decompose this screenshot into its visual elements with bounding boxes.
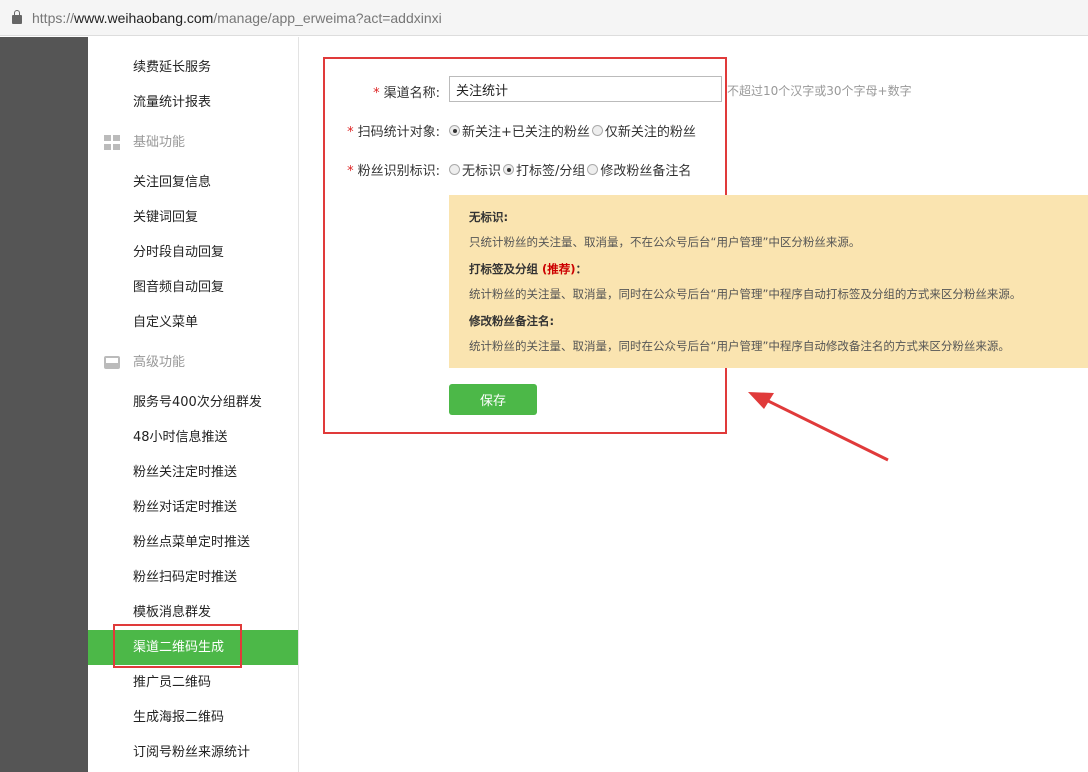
channel-name-input[interactable] bbox=[449, 76, 722, 102]
channel-name-hint: 不超过10个汉字或30个字母+数字 bbox=[727, 84, 912, 98]
label-text: 渠道名称: bbox=[383, 86, 440, 101]
sidebar-item-label: 续费延长服务 bbox=[133, 60, 212, 75]
inbox-icon bbox=[104, 356, 120, 369]
sidebar-item[interactable]: 生成海报二维码 bbox=[88, 700, 298, 735]
radio-new-only[interactable]: 仅新关注的粉丝 bbox=[591, 121, 696, 140]
marker-explanation-panel: 无标识: 只统计粉丝的关注量、取消量，不在公众号后台“用户管理”中区分粉丝来源。… bbox=[449, 195, 1088, 368]
radio-checked-icon[interactable] bbox=[503, 164, 515, 175]
channel-name-label: * 渠道名称: bbox=[310, 82, 440, 101]
sidebar-item[interactable]: 48小时信息推送 bbox=[88, 420, 298, 455]
sidebar-item-label: 高级功能 bbox=[133, 355, 186, 370]
sidebar-item-label: 订阅号粉丝来源统计 bbox=[133, 745, 251, 760]
sidebar-item[interactable]: 流量统计报表 bbox=[88, 85, 298, 120]
radio-unchecked-icon[interactable] bbox=[587, 164, 599, 175]
sidebar-item[interactable]: 粉丝扫码定时推送 bbox=[88, 560, 298, 595]
radio-checked-icon[interactable] bbox=[449, 125, 460, 136]
annotation-arrow-icon bbox=[748, 392, 889, 462]
sidebar-item-label: 生成海报二维码 bbox=[133, 710, 225, 725]
sidebar-item-label: 粉丝点菜单定时推送 bbox=[133, 535, 251, 550]
notice-desc: 统计粉丝的关注量、取消量，同时在公众号后台“用户管理”中程序自动打标签及分组的方… bbox=[469, 287, 1022, 301]
fan-marker-label: * 粉丝识别标识: bbox=[310, 160, 440, 179]
label-text: 粉丝识别标识: bbox=[357, 164, 440, 179]
recommended-badge: (推荐) bbox=[542, 262, 576, 276]
radio-label: 新关注+已关注的粉丝 bbox=[462, 125, 590, 140]
notice-desc: 只统计粉丝的关注量、取消量，不在公众号后台“用户管理”中区分粉丝来源。 bbox=[469, 235, 861, 249]
save-button[interactable]: 保存 bbox=[449, 384, 537, 415]
sidebar-item[interactable]: 关注回复信息 bbox=[88, 165, 298, 200]
left-dark-rail bbox=[0, 37, 88, 772]
sidebar-item-label: 48小时信息推送 bbox=[133, 430, 228, 445]
sidebar-item[interactable]: 粉丝关注定时推送 bbox=[88, 455, 298, 490]
sidebar-item-label: 自定义菜单 bbox=[133, 315, 199, 330]
url-host: www.weihaobang.com bbox=[74, 9, 214, 26]
radio-edit-remark[interactable]: 修改粉丝备注名 bbox=[587, 160, 691, 179]
sidebar-item[interactable]: 自定义菜单 bbox=[88, 305, 298, 340]
sidebar-item-label: 基础功能 bbox=[133, 135, 186, 150]
annotation-highlight-menu bbox=[113, 624, 242, 668]
sidebar-item-label: 粉丝扫码定时推送 bbox=[133, 570, 238, 585]
sidebar-item[interactable]: 推广员二维码 bbox=[88, 665, 298, 700]
radio-label: 修改粉丝备注名 bbox=[600, 164, 692, 179]
sidebar-item-label: 服务号400次分组群发 bbox=[133, 395, 262, 410]
required-mark: * bbox=[347, 164, 354, 179]
sidebar-item[interactable]: 服务号400次分组群发 bbox=[88, 385, 298, 420]
sidebar-item[interactable]: 订阅号粉丝来源统计 bbox=[88, 735, 298, 770]
radio-label: 打标签/分组 bbox=[516, 164, 586, 179]
notice-title-suffix: ： bbox=[575, 262, 588, 276]
radio-label: 无标识 bbox=[462, 164, 502, 179]
label-text: 扫码统计对象: bbox=[357, 125, 440, 140]
arrow-shaft bbox=[761, 396, 889, 462]
radio-unchecked-icon[interactable] bbox=[449, 164, 460, 175]
required-mark: * bbox=[373, 86, 380, 101]
notice-title-text: 打标签及分组 bbox=[469, 262, 538, 276]
sidebar-item-label: 图音频自动回复 bbox=[133, 280, 225, 295]
scan-target-radio-group: 新关注+已关注的粉丝 仅新关注的粉丝 bbox=[449, 121, 698, 140]
sidebar-item-label: 关键词回复 bbox=[133, 210, 199, 225]
sidebar-item-label: 关注回复信息 bbox=[133, 175, 212, 190]
url-scheme: https:// bbox=[32, 9, 75, 26]
notice-desc: 统计粉丝的关注量、取消量，同时在公众号后台“用户管理”中程序自动修改备注名的方式… bbox=[469, 339, 1010, 353]
sidebar-item-label: 粉丝关注定时推送 bbox=[133, 465, 238, 480]
radio-unchecked-icon[interactable] bbox=[591, 125, 603, 136]
sidebar-item[interactable]: 粉丝对话定时推送 bbox=[88, 490, 298, 525]
lock-icon bbox=[12, 9, 22, 24]
sidebar-item[interactable]: 关键词回复 bbox=[88, 200, 298, 235]
sidebar-item[interactable]: 续费延长服务 bbox=[88, 50, 298, 85]
address-bar[interactable]: https://www.weihaobang.com/manage/app_er… bbox=[0, 0, 1088, 36]
notice-title: 无标识: bbox=[469, 210, 509, 224]
sidebar-item-label: 粉丝对话定时推送 bbox=[133, 500, 238, 515]
sidebar-item[interactable]: 分时段自动回复 bbox=[88, 235, 298, 270]
radio-new-and-existing[interactable]: 新关注+已关注的粉丝 bbox=[449, 121, 590, 140]
sidebar-item-label: 流量统计报表 bbox=[133, 95, 212, 110]
notice-title: 打标签及分组 (推荐)： bbox=[469, 261, 1068, 277]
sidebar-group-header: 高级功能 bbox=[88, 345, 298, 380]
notice-title: 修改粉丝备注名: bbox=[469, 314, 555, 328]
required-mark: * bbox=[347, 125, 354, 140]
url-path: /manage/app_erweima?act=addxinxi bbox=[213, 9, 442, 26]
fan-marker-radio-group: 无标识 打标签/分组 修改粉丝备注名 bbox=[449, 160, 693, 179]
sidebar-item-label: 推广员二维码 bbox=[133, 675, 212, 690]
sidebar-item[interactable]: 图音频自动回复 bbox=[88, 270, 298, 305]
grid-icon bbox=[104, 135, 120, 150]
radio-tag-group[interactable]: 打标签/分组 bbox=[503, 160, 585, 179]
radio-label: 仅新关注的粉丝 bbox=[604, 125, 696, 140]
sidebar-group-header: 基础功能 bbox=[88, 125, 298, 160]
sidebar-item[interactable]: 粉丝点菜单定时推送 bbox=[88, 525, 298, 560]
radio-no-marker[interactable]: 无标识 bbox=[449, 160, 501, 179]
url-text[interactable]: https://www.weihaobang.com/manage/app_er… bbox=[32, 10, 442, 26]
scan-target-label: * 扫码统计对象: bbox=[310, 121, 440, 140]
sidebar-item-label: 模板消息群发 bbox=[133, 605, 212, 620]
sidebar-item-label: 分时段自动回复 bbox=[133, 245, 225, 260]
